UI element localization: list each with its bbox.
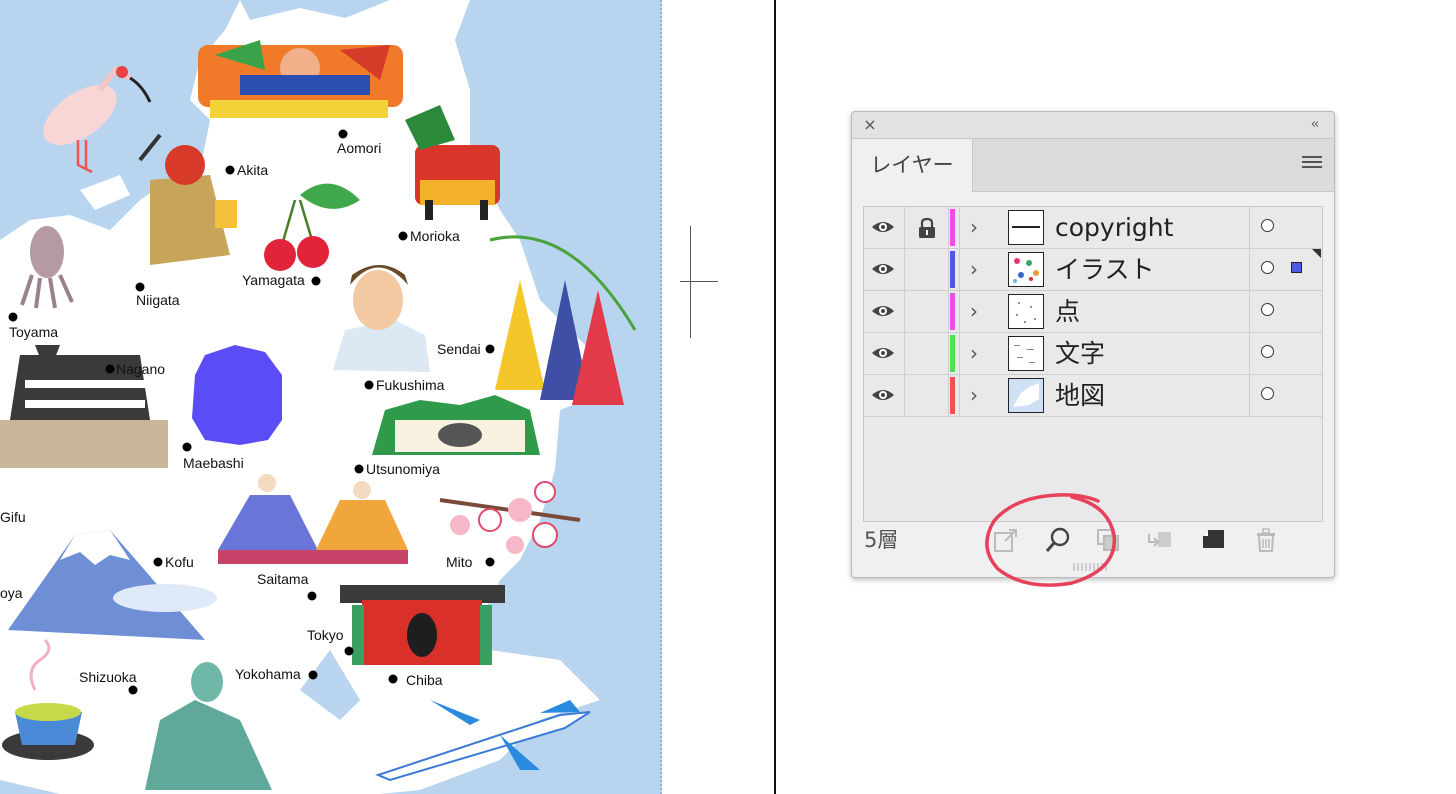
collapse-panel-icon[interactable]: ‹‹: [1304, 116, 1324, 134]
export-icon[interactable]: [992, 526, 1020, 554]
target-circle-icon[interactable]: [1261, 303, 1274, 316]
layer-row-text[interactable]: › 文字: [864, 333, 1322, 375]
close-icon[interactable]: ×: [862, 116, 878, 134]
layer-color-swatch: [950, 209, 955, 246]
city-label: Niigata: [136, 292, 180, 308]
city-label: Chiba: [406, 672, 443, 688]
layer-color-swatch: [950, 335, 955, 372]
expand-chevron-icon[interactable]: ›: [970, 257, 984, 281]
visibility-eye-icon[interactable]: [870, 300, 896, 322]
lock-icon[interactable]: [916, 217, 938, 239]
city-label: Fukushima: [376, 377, 445, 393]
city-label: Sendai: [437, 341, 481, 357]
japan-map-illustration: Aomori Akita Morioka Yamagata Niigata To…: [0, 0, 676, 794]
city-label: Morioka: [410, 228, 460, 244]
target-circle-icon[interactable]: [1261, 261, 1274, 274]
target-circle-icon[interactable]: [1261, 219, 1274, 232]
city-label: oya: [0, 585, 23, 601]
selected-art-indicator[interactable]: [1291, 262, 1302, 273]
panel-tabbar: レイヤー: [852, 139, 1334, 192]
city-label: Maebashi: [183, 455, 244, 471]
new-sublayer-icon[interactable]: [1146, 526, 1174, 554]
delete-trash-icon[interactable]: [1252, 526, 1280, 554]
target-circle-icon[interactable]: [1261, 387, 1274, 400]
crosshair-cursor-vertical: [690, 226, 691, 338]
panel-menu-icon[interactable]: [1302, 156, 1322, 172]
city-label: Tokyo: [307, 627, 344, 643]
visibility-eye-icon[interactable]: [870, 384, 896, 406]
tab-layers[interactable]: レイヤー: [852, 139, 973, 192]
layer-thumbnail: [1008, 336, 1044, 371]
city-label: Akita: [237, 162, 268, 178]
visibility-eye-icon[interactable]: [870, 258, 896, 280]
layer-thumbnail: [1008, 294, 1044, 329]
nebuta-float-illustration: [198, 40, 403, 118]
artboard-map-canvas[interactable]: Aomori Akita Morioka Yamagata Niigata To…: [0, 0, 676, 794]
city-label: Utsunomiya: [366, 461, 440, 477]
city-label: Toyama: [9, 324, 58, 340]
current-layer-indicator: [1312, 249, 1321, 258]
artboard-divider: [774, 0, 776, 794]
target-circle-icon[interactable]: [1261, 345, 1274, 358]
city-label: Yokohama: [235, 666, 301, 682]
locate-object-search-icon[interactable]: [1044, 526, 1072, 554]
city-label: Nagano: [116, 361, 165, 377]
expand-chevron-icon[interactable]: ›: [970, 215, 984, 239]
layer-row-map[interactable]: › 地図: [864, 375, 1322, 417]
layer-name[interactable]: 地図: [1055, 379, 1105, 413]
layer-thumbnail: [1008, 252, 1044, 287]
expand-chevron-icon[interactable]: ›: [970, 383, 984, 407]
layer-name[interactable]: 点: [1055, 295, 1080, 329]
layer-count: 5層: [864, 528, 899, 552]
layer-name[interactable]: copyright: [1055, 211, 1173, 245]
panel-resize-grip[interactable]: [1072, 561, 1112, 573]
city-label: Gifu: [0, 509, 26, 525]
visibility-eye-icon[interactable]: [870, 342, 896, 364]
layer-name[interactable]: イラスト: [1055, 253, 1155, 287]
layer-row-illust[interactable]: › イラスト: [864, 249, 1322, 291]
city-label: Mito: [446, 554, 473, 570]
layer-list: › copyright › イラスト › 点 › 文字 › 地図: [863, 206, 1323, 522]
city-label: Aomori: [337, 140, 381, 156]
layer-row-dots[interactable]: › 点: [864, 291, 1322, 333]
layer-color-swatch: [950, 293, 955, 330]
new-layer-icon[interactable]: [1200, 526, 1228, 554]
visibility-eye-icon[interactable]: [870, 216, 896, 238]
layer-thumbnail: [1008, 378, 1044, 413]
layer-thumbnail: [1008, 210, 1044, 245]
city-label: Saitama: [257, 571, 309, 587]
layer-color-swatch: [950, 377, 955, 414]
expand-chevron-icon[interactable]: ›: [970, 341, 984, 365]
kaminarimon-gate-illustration: [340, 585, 505, 665]
expand-chevron-icon[interactable]: ›: [970, 299, 984, 323]
gunma-pixel-shape: [192, 345, 282, 445]
city-label: Kofu: [165, 554, 194, 570]
clipping-mask-icon[interactable]: [1094, 526, 1122, 554]
layer-row-copyright[interactable]: › copyright: [864, 207, 1322, 249]
layer-name[interactable]: 文字: [1055, 337, 1105, 371]
layer-color-swatch: [950, 251, 955, 288]
panel-titlebar[interactable]: × ‹‹: [852, 112, 1334, 139]
city-label: Shizuoka: [79, 669, 137, 685]
city-label: Yamagata: [242, 272, 305, 288]
layers-panel: × ‹‹ レイヤー › copyright › イラスト › 点 › 文字 › …: [851, 111, 1335, 578]
crosshair-cursor-horizontal: [680, 281, 718, 282]
